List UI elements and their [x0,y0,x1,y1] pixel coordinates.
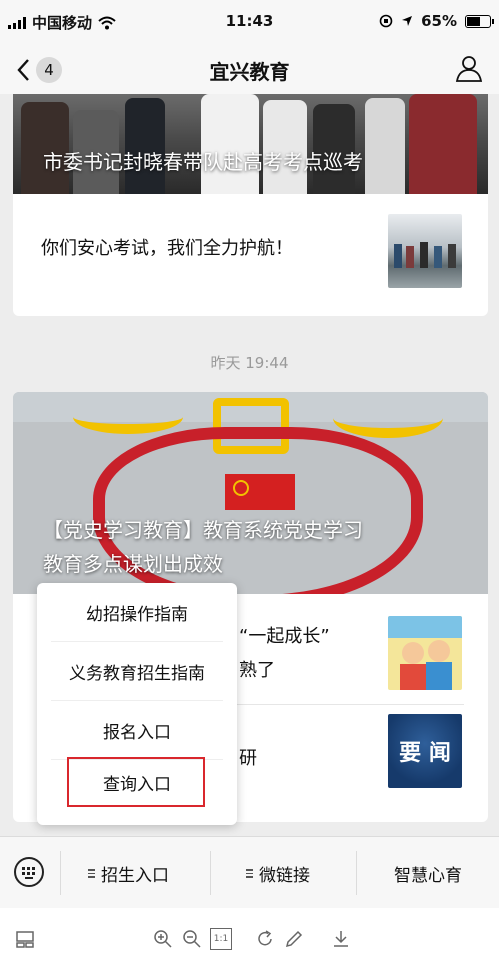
menu-micro-links[interactable]: 微链接 [246,861,310,886]
menu-micro-links-label: 微链接 [259,866,310,886]
article-2-cover-image[interactable]: 【党史学习教育】教育系统党史学习 教育多点谋划出成效 [13,392,488,594]
battery-percent: 65% [421,12,457,30]
article-2-item-3-text: 研 [239,748,257,769]
popup-item-kindergarten-guide[interactable]: 幼招操作指南 [37,583,237,641]
submenu-popup: 幼招操作指南 义务教育招生指南 报名入口 查询入口 [37,583,237,825]
article-1-cover-image[interactable]: 市委书记封晓春带队赴高考考点巡考 [13,94,488,194]
menu-separator [60,851,61,895]
menu-smart-psych-education-label: 智慧心育 [394,866,462,886]
article-2-item-2-text-line-2: 熟了 [239,660,275,681]
article-2-item-2-text-line-1: “一起成长” [239,626,330,647]
download-icon[interactable] [330,928,352,950]
orientation-lock-icon [379,14,393,28]
rotate-icon[interactable] [254,928,276,950]
status-right: 65% [379,12,494,30]
page-title: 宜兴教育 [209,60,290,84]
custom-menu-bar: 招生入口 微链接 智慧心育 [0,836,499,909]
status-bar: 中国移动 11:43 65% [0,0,499,44]
zoom-in-icon[interactable] [152,928,174,950]
article-2-title-line-2: 教育多点谋划出成效 [43,552,223,576]
popup-item-compulsory-education-guide[interactable]: 义务教育招生指南 [37,642,237,700]
query-entry-highlight [67,757,205,807]
viewer-toolbar: 1:1 [0,908,499,974]
submenu-indicator-icon [88,867,95,880]
article-1-subtitle: 你们安心考试，我们全力护航！ [41,238,293,259]
menu-separator [356,851,357,895]
location-icon [402,16,413,26]
user-profile-icon[interactable] [455,54,483,82]
zoom-out-icon[interactable] [181,928,203,950]
menu-admissions-entry[interactable]: 招生入口 [88,861,169,886]
article-1-title: 市委书记封晓春带队赴高考考点巡考 [43,150,363,174]
article-2-title-line-1: 【党史学习教育】教育系统党史学习 [43,518,363,542]
article-1-thumbnail [388,214,462,288]
message-timestamp: 昨天 19:44 [210,354,289,372]
submenu-indicator-icon [246,867,253,880]
layout-icon[interactable] [14,928,36,950]
battery-icon [465,14,494,28]
popup-item-registration-entry[interactable]: 报名入口 [37,701,237,759]
menu-smart-psych-education[interactable]: 智慧心育 [394,861,462,886]
keyboard-toggle-icon[interactable] [14,857,44,887]
nav-bar: 4 宜兴教育 [0,44,499,94]
article-2-item-2-thumbnail [388,616,462,690]
article-2-item-3-thumbnail: 要 闻 [388,714,462,788]
article-card-1[interactable]: 市委书记封晓春带队赴高考考点巡考 你们安心考试，我们全力护航！ [13,94,488,316]
edit-icon[interactable] [283,928,305,950]
actual-size-icon[interactable]: 1:1 [210,928,232,950]
menu-separator [210,851,211,895]
menu-admissions-entry-label: 招生入口 [101,866,169,886]
